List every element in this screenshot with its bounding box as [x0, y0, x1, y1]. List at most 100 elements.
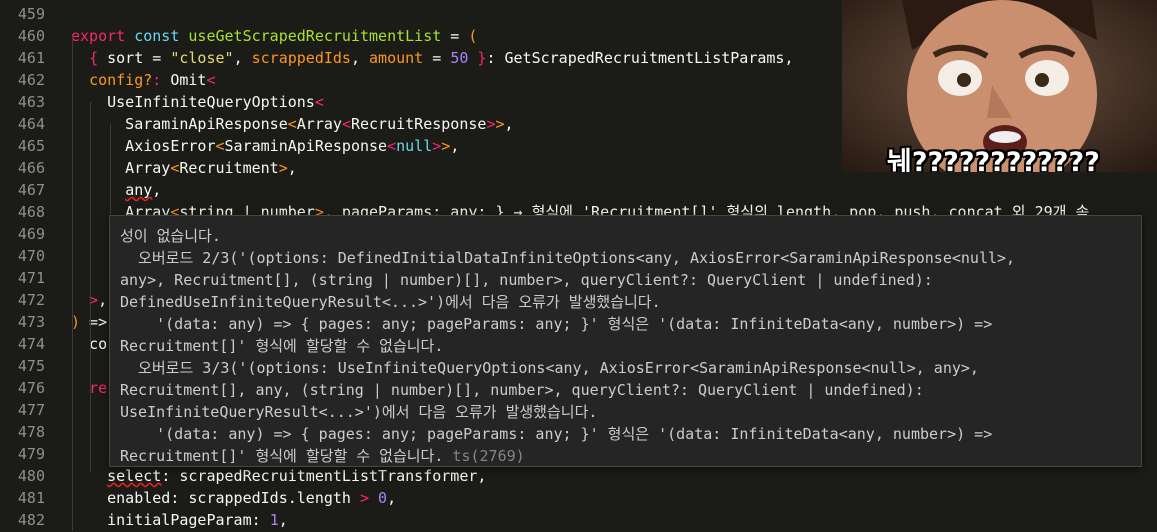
code-token: Array: [296, 115, 342, 133]
line-number: 464: [17, 115, 45, 133]
code-line[interactable]: 481 enabled: scrappedIds.length > 0,: [0, 487, 1157, 509]
tooltip-line: 오버로드 3/3('(options: UseInfiniteQueryOpti…: [120, 359, 979, 377]
code-token: const: [134, 27, 180, 45]
code-token: =: [423, 49, 451, 67]
line-number: 481: [17, 489, 45, 507]
code-line[interactable]: 467 any,: [0, 179, 1157, 201]
code-token: >: [278, 159, 288, 177]
code-token: SaraminApiResponse: [224, 137, 388, 155]
code-token: Recruitment: [179, 159, 279, 177]
code-token: "close": [170, 49, 234, 67]
code-token: enabled: scrappedIds.length: [71, 489, 360, 507]
code-token: ,: [152, 181, 162, 199]
line-number: 468: [17, 203, 45, 221]
code-token: ,: [233, 49, 252, 67]
code-token: ,: [387, 489, 397, 507]
tooltip-line-last: Recruitment[]' 형식에 할당할 수 없습니다. ts(2769): [120, 445, 525, 466]
line-number: 475: [17, 357, 45, 375]
line-number: 479: [17, 445, 45, 463]
code-token: :: [152, 71, 162, 89]
line-number: 474: [17, 335, 45, 353]
code-token: >: [359, 489, 370, 507]
code-token: =: [441, 27, 469, 45]
code-token: scrappedIds: [251, 49, 351, 67]
code-token-error: select: [107, 467, 162, 485]
tooltip-line: '(data: any) => { pages: any; pageParams…: [120, 315, 993, 333]
code-token: : scrapedRecruitmentListTransformer,: [161, 467, 487, 485]
line-number: 466: [17, 159, 45, 177]
meme-image: 눼????????????: [842, 0, 1157, 172]
line-number: 472: [17, 291, 45, 309]
line-number: 471: [17, 269, 45, 287]
code-token: =>: [80, 313, 108, 331]
code-token: amount: [369, 49, 424, 67]
code-token: AxiosError: [71, 137, 216, 155]
code-token: sort =: [98, 49, 171, 67]
tooltip-line: any>, Recruitment[], (string | number)[]…: [120, 271, 933, 289]
tooltip-line: DefinedUseInfiniteQueryResult<...>')에서 다…: [120, 293, 661, 311]
code-token: >: [441, 137, 451, 155]
tooltip-line: 성이 없습니다.: [120, 227, 221, 245]
code-token: <: [287, 115, 297, 133]
code-token: SaraminApiResponse: [71, 115, 288, 133]
code-token: ,: [287, 159, 297, 177]
code-line[interactable]: 482 initialPageParam: 1,: [0, 509, 1157, 531]
code-token: ,: [504, 115, 514, 133]
code-token: {: [89, 49, 99, 67]
code-token: ,: [98, 291, 108, 309]
code-token: ,: [278, 511, 288, 529]
line-number: 469: [17, 225, 45, 243]
code-token: (: [468, 27, 478, 45]
line-number: 473: [17, 313, 45, 331]
code-token: null: [396, 137, 433, 155]
line-number: 467: [17, 181, 45, 199]
line-number: 459: [17, 5, 45, 23]
code-token: <: [206, 71, 216, 89]
code-token: >: [71, 291, 99, 309]
code-token: useGetScrapedRecruitmentList: [188, 27, 442, 45]
code-line[interactable]: 480 select: scrapedRecruitmentListTransf…: [0, 465, 1157, 487]
code-token: <: [341, 115, 351, 133]
line-number: 463: [17, 93, 45, 111]
code-token: ,: [350, 49, 370, 67]
code-token: >: [495, 115, 505, 133]
line-number: 476: [17, 379, 45, 397]
tooltip-line: '(data: any) => { pages: any; pageParams…: [120, 425, 993, 443]
code-token: 1: [269, 511, 279, 529]
tooltip-text: Recruitment[]' 형식에 할당할 수 없습니다.: [120, 447, 444, 465]
line-number: 462: [17, 71, 45, 89]
line-number: 470: [17, 247, 45, 265]
tooltip-line: Recruitment[]' 형식에 할당할 수 없습니다.: [120, 337, 444, 355]
error-code: ts(2769): [452, 447, 525, 465]
code-token: 0: [378, 489, 388, 507]
indent-guide: [90, 102, 91, 472]
code-token: <: [215, 137, 225, 155]
line-number: 478: [17, 423, 45, 441]
code-token: initialPageParam:: [71, 511, 270, 529]
code-token: Omit: [161, 71, 207, 89]
line-number: 482: [17, 511, 45, 529]
code-token: config?: [89, 71, 153, 89]
error-hover-tooltip: 성이 없습니다. 오버로드 2/3('(options: DefinedInit…: [109, 215, 1142, 467]
code-token-error: any: [125, 181, 153, 199]
tooltip-line: UseInfiniteQueryResult<...>')에서 다음 오류가 발…: [120, 403, 598, 421]
line-number: 480: [17, 467, 45, 485]
tooltip-line: 오버로드 2/3('(options: DefinedInitialDataIn…: [120, 249, 1016, 267]
line-number: 460: [17, 27, 45, 45]
tooltip-line: Recruitment[], any, (string | number)[],…: [120, 381, 924, 399]
meme-caption: 눼????????????: [887, 147, 1100, 172]
indent-guide: [72, 36, 73, 531]
code-token: UseInfiniteQueryOptions: [71, 93, 315, 111]
code-token: 50: [450, 49, 469, 67]
code-token: re: [89, 379, 108, 397]
code-token: <: [314, 93, 324, 111]
line-number: 465: [17, 137, 45, 155]
line-number: 477: [17, 401, 45, 419]
code-token: RecruitResponse: [350, 115, 487, 133]
